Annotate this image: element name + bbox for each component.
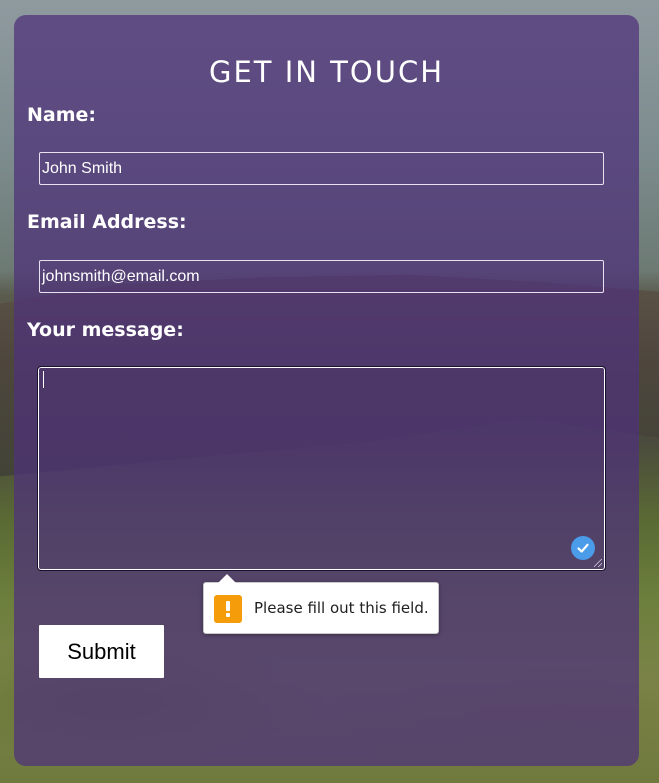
submit-button[interactable]: Submit	[39, 625, 164, 678]
name-label: Name:	[27, 104, 97, 126]
check-icon	[571, 536, 595, 560]
name-input[interactable]: John Smith	[39, 152, 604, 185]
email-label: Email Address:	[27, 211, 187, 233]
contact-form-panel: GET IN TOUCH Name: John Smith Email Addr…	[14, 15, 639, 766]
message-label: Your message:	[27, 319, 184, 341]
resize-handle[interactable]	[594, 559, 602, 567]
validation-tooltip: Please fill out this field.	[203, 574, 439, 634]
form-title: GET IN TOUCH	[208, 55, 444, 89]
validation-message: Please fill out this field.	[254, 599, 429, 617]
text-caret	[43, 371, 44, 388]
warning-icon	[214, 595, 242, 623]
message-textarea[interactable]	[37, 366, 606, 571]
email-input[interactable]: johnsmith@email.com	[39, 260, 604, 293]
tooltip-arrow	[218, 574, 236, 583]
